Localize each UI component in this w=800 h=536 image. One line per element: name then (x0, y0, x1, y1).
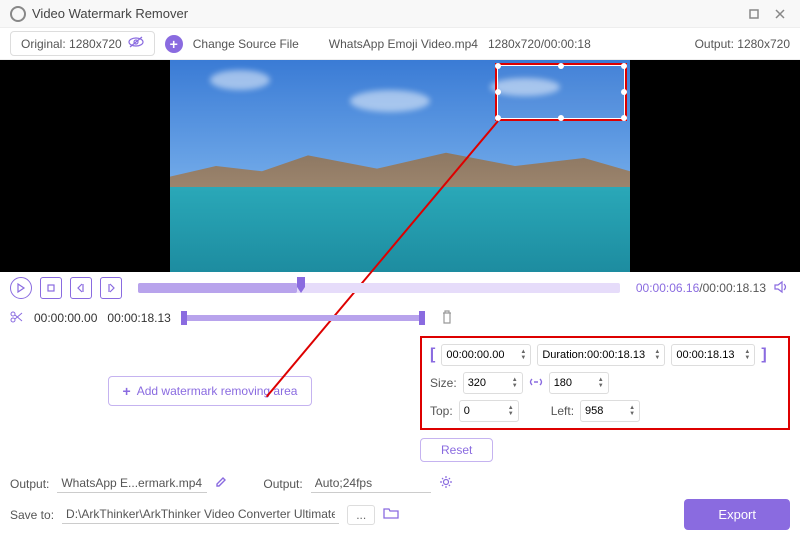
app-title: Video Watermark Remover (32, 6, 738, 21)
end-time-input[interactable]: ▲▼ (671, 344, 755, 366)
bracket-start-icon[interactable]: [ (430, 346, 435, 364)
prev-frame-button[interactable] (70, 277, 92, 299)
width-input[interactable]: ▲▼ (463, 372, 523, 394)
video-preview-area (0, 60, 800, 272)
play-button[interactable] (10, 277, 32, 299)
link-aspect-icon[interactable] (529, 376, 543, 391)
timeline-scrubber[interactable] (138, 283, 620, 293)
change-source-label[interactable]: Change Source File (193, 37, 299, 51)
close-button[interactable] (770, 4, 790, 24)
resolution-duration: 1280x720/00:00:18 (488, 37, 591, 51)
time-total: /00:00:18.13 (699, 281, 766, 295)
left-label: Left: (551, 404, 574, 418)
start-time-input[interactable]: ▲▼ (441, 344, 531, 366)
top-input[interactable]: ▲▼ (459, 400, 519, 422)
bracket-end-icon[interactable]: ] (761, 346, 766, 364)
save-to-label: Save to: (10, 508, 54, 522)
current-filename: WhatsApp Emoji Video.mp4 (329, 37, 478, 51)
open-folder-icon[interactable] (383, 506, 399, 523)
minimize-button[interactable] (744, 4, 764, 24)
scissors-icon[interactable] (10, 310, 24, 327)
titlebar: Video Watermark Remover (0, 0, 800, 28)
selection-params-panel: [ ▲▼ ▲▼ ▲▼ ] Size: ▲▼ (420, 336, 790, 430)
output-filename-field[interactable] (57, 474, 207, 493)
export-button[interactable]: Export (684, 499, 790, 530)
output-settings-icon[interactable] (439, 475, 453, 492)
app-logo-icon (10, 6, 26, 22)
segment-start: 00:00:00.00 (34, 311, 97, 325)
next-frame-button[interactable] (100, 277, 122, 299)
output-format-field[interactable] (311, 474, 431, 493)
change-source-icon[interactable]: + (165, 35, 183, 53)
reset-button[interactable]: Reset (420, 438, 493, 462)
segment-end: 00:00:18.13 (107, 311, 170, 325)
top-label: Top: (430, 404, 453, 418)
top-bar: Original: 1280x720 + Change Source File … (0, 28, 800, 60)
stop-button[interactable] (40, 277, 62, 299)
output-file-label: Output: (10, 477, 49, 491)
output-resolution: Output: 1280x720 (695, 37, 790, 51)
add-watermark-area-button[interactable]: + Add watermark removing area (108, 376, 313, 406)
output-format-label: Output: (263, 477, 302, 491)
edit-filename-icon[interactable] (215, 476, 227, 491)
original-resolution-text: Original: 1280x720 (21, 37, 122, 51)
playback-controls: 00:00:06.16/00:00:18.13 (0, 272, 800, 304)
volume-icon[interactable] (774, 280, 790, 297)
segment-row: 00:00:00.00 00:00:18.13 (0, 304, 800, 332)
time-current: 00:00:06.16 (636, 281, 699, 295)
bottom-panel: Output: Output: Save to: ... Export (0, 468, 800, 536)
size-label: Size: (430, 376, 457, 390)
duration-input[interactable]: ▲▼ (537, 344, 665, 366)
original-resolution-chip: Original: 1280x720 (10, 31, 155, 56)
mid-section: + Add watermark removing area [ ▲▼ ▲▼ ▲▼ (0, 336, 800, 462)
height-input[interactable]: ▲▼ (549, 372, 609, 394)
watermark-selection-box[interactable] (496, 64, 626, 120)
save-path-field[interactable] (62, 505, 339, 524)
delete-segment-icon[interactable] (441, 310, 453, 327)
segment-range-bar[interactable] (181, 315, 425, 321)
preview-toggle-icon[interactable] (128, 36, 144, 51)
video-frame[interactable] (170, 60, 630, 272)
left-input[interactable]: ▲▼ (580, 400, 640, 422)
